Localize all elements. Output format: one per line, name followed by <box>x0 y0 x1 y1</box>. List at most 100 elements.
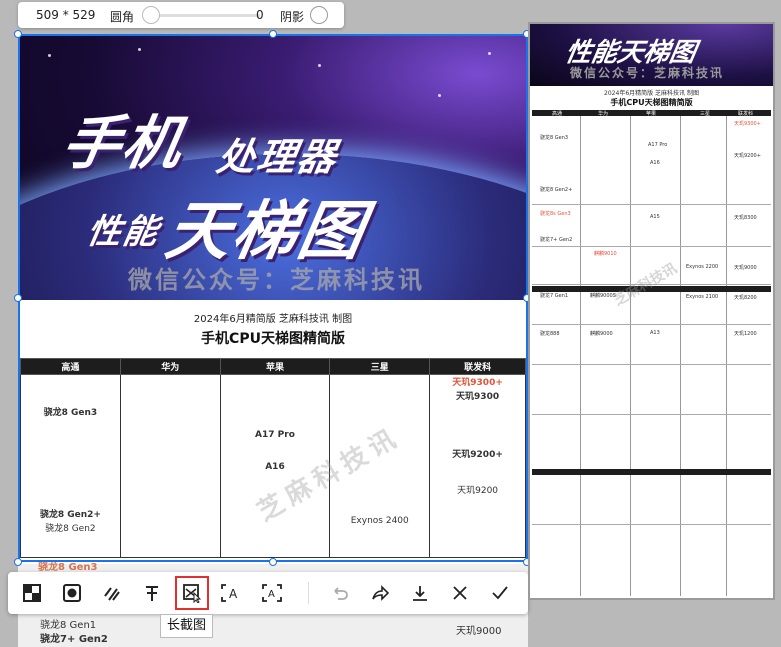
preview-watermark: 微信公众号：芝麻科技讯 <box>570 66 725 80</box>
resize-handle-b[interactable] <box>269 558 277 566</box>
preview-banner: 性能天梯图 微信公众号：芝麻科技讯 <box>530 24 773 86</box>
preview-doc-title: 手机CPU天梯图精简版 <box>610 98 693 107</box>
radius-value: 0 <box>256 8 264 22</box>
rectangle-icon[interactable] <box>58 579 86 607</box>
preview-chip: A17 Pro <box>648 142 668 148</box>
download-icon[interactable] <box>406 579 434 607</box>
star <box>488 52 491 55</box>
resize-handle-l[interactable] <box>14 294 22 302</box>
banner-title-line2: 处理器 <box>213 135 342 179</box>
header-huawei: 华为 <box>119 358 221 375</box>
preview-chip: Exynos 2100 <box>686 294 719 300</box>
preview-chip: 天玑8200 <box>734 295 757 301</box>
preview-chip: 麒麟9010 <box>594 251 617 257</box>
preview-header: 华为 <box>598 111 609 117</box>
preview-chip: 天玑9300+ <box>734 121 761 127</box>
capture-region[interactable]: 手机 处理器 性能 天梯图 微信公众号：芝麻科技讯 2024年6月精简版 芝麻科… <box>18 34 528 564</box>
preview-row-line <box>532 204 771 205</box>
resize-handle-bl[interactable] <box>14 558 22 566</box>
preview-chip: 骁龙8s Gen3 <box>540 211 571 217</box>
preview-row-line <box>532 414 771 415</box>
preview-row-line <box>532 246 771 247</box>
tooltip: 长截图 <box>160 614 214 638</box>
cell-qualcomm: 骁龙8 Gen3 骁龙8 Gen2+ 骁龙8 Gen2 <box>20 374 121 558</box>
banner-title-line1: 手机 <box>57 109 190 177</box>
translate-icon[interactable]: A <box>258 579 286 607</box>
banner-title-line3: 性能 <box>83 212 163 252</box>
chip-label: 骁龙8 Gen3 <box>43 408 98 418</box>
preview-chip: Exynos 2200 <box>686 264 719 270</box>
star <box>48 54 51 57</box>
star <box>138 48 141 51</box>
chip-label: 骁龙8 Gen2+ <box>39 510 101 520</box>
blur-icon[interactable] <box>98 579 126 607</box>
svg-text:A: A <box>229 587 238 601</box>
ocr-icon[interactable]: A <box>218 579 246 607</box>
star <box>318 64 321 67</box>
long-screenshot-preview[interactable]: 性能天梯图 微信公众号：芝麻科技讯 2024年6月精简版 芝麻科技讯 制图 手机… <box>528 22 775 600</box>
undo-icon[interactable] <box>326 579 354 607</box>
preview-chip: 天玑9200+ <box>734 153 761 159</box>
size-toolbar: 509 * 529 圆角 0 阴影 <box>18 2 344 28</box>
preview-chip: 骁龙888 <box>540 331 560 337</box>
toolbar-separator <box>308 582 309 604</box>
chip-label: Exynos 2400 <box>350 516 409 526</box>
pin-icon[interactable] <box>138 579 166 607</box>
below-chip: 天玑9000 <box>456 626 502 637</box>
radius-slider-knob[interactable] <box>142 6 160 24</box>
share-icon[interactable] <box>366 579 394 607</box>
below-chip: 骁龙8 Gen1 <box>40 620 97 631</box>
radius-label: 圆角 <box>110 10 135 24</box>
preview-chip: A15 <box>650 214 660 220</box>
preview-header-row <box>532 469 771 475</box>
svg-text:A: A <box>268 589 275 600</box>
preview-chip: A13 <box>650 330 660 336</box>
confirm-check-icon[interactable] <box>486 579 514 607</box>
preview-chip: 骁龙8 Gen2+ <box>540 187 573 193</box>
banner-image: 手机 处理器 性能 天梯图 微信公众号：芝麻科技讯 <box>18 34 528 300</box>
preview-chip: 天玑8300 <box>734 215 757 221</box>
long-screenshot-icon[interactable] <box>175 576 209 610</box>
chip-label: A17 Pro <box>255 430 295 440</box>
cell-mediatek: 天玑9300+ 天玑9300 天玑9200+ 天玑9200 <box>429 374 526 558</box>
preview-row-line <box>532 364 771 365</box>
preview-chip: 骁龙7 Gen1 <box>540 293 569 299</box>
preview-subline: 2024年6月精简版 芝麻科技讯 制图 <box>604 90 699 97</box>
shadow-toggle[interactable] <box>310 6 328 24</box>
below-chip: 骁龙7+ Gen2 <box>40 634 108 645</box>
preview-chip: 骁龙7+ Gen2 <box>540 237 573 243</box>
preview-chip: A16 <box>650 160 660 166</box>
header-mediatek: 联发科 <box>429 358 526 375</box>
shadow-label: 阴影 <box>280 10 305 24</box>
banner-title-line4: 天梯图 <box>160 195 372 269</box>
preview-header: 苹果 <box>646 111 657 117</box>
radius-slider-track[interactable] <box>150 14 260 17</box>
chip-label: 天玑9200 <box>457 486 499 496</box>
resize-handle-tl[interactable] <box>14 30 22 38</box>
size-readout: 509 * 529 <box>36 8 96 22</box>
preview-row-line <box>532 324 771 325</box>
preview-header: 联发科 <box>738 111 754 117</box>
preview-row-line <box>532 524 771 525</box>
preview-header: 三星 <box>700 111 711 117</box>
chip-label: 骁龙8 Gen2 <box>45 524 96 534</box>
below-chip: 骁龙8 Gen3 <box>38 562 98 573</box>
header-apple: 苹果 <box>219 358 331 375</box>
mosaic-icon[interactable] <box>18 579 46 607</box>
chip-label: 天玑9300 <box>456 392 500 402</box>
header-samsung: 三星 <box>329 358 431 375</box>
chip-label: 天玑9200+ <box>452 450 503 460</box>
edit-toolbar: A A <box>8 572 528 614</box>
preview-header: 高通 <box>552 111 563 117</box>
close-icon[interactable] <box>446 579 474 607</box>
preview-chip: 麒麟9000 <box>590 331 613 337</box>
chip-label: 天玑9300+ <box>452 378 503 388</box>
preview-chip: 天玑9000 <box>734 265 757 271</box>
doc-subline: 2024年6月精简版 芝麻科技讯 制图 <box>193 314 353 325</box>
preview-chip: 天玑1200 <box>734 331 757 337</box>
star <box>438 94 441 97</box>
banner-watermark: 微信公众号：芝麻科技讯 <box>128 266 425 294</box>
resize-handle-t[interactable] <box>269 30 277 38</box>
header-qualcomm: 高通 <box>20 358 121 375</box>
cpu-table: 高通 华为 苹果 三星 联发科 骁龙8 Gen3 骁龙8 Gen2+ 骁龙8 G… <box>20 358 526 558</box>
